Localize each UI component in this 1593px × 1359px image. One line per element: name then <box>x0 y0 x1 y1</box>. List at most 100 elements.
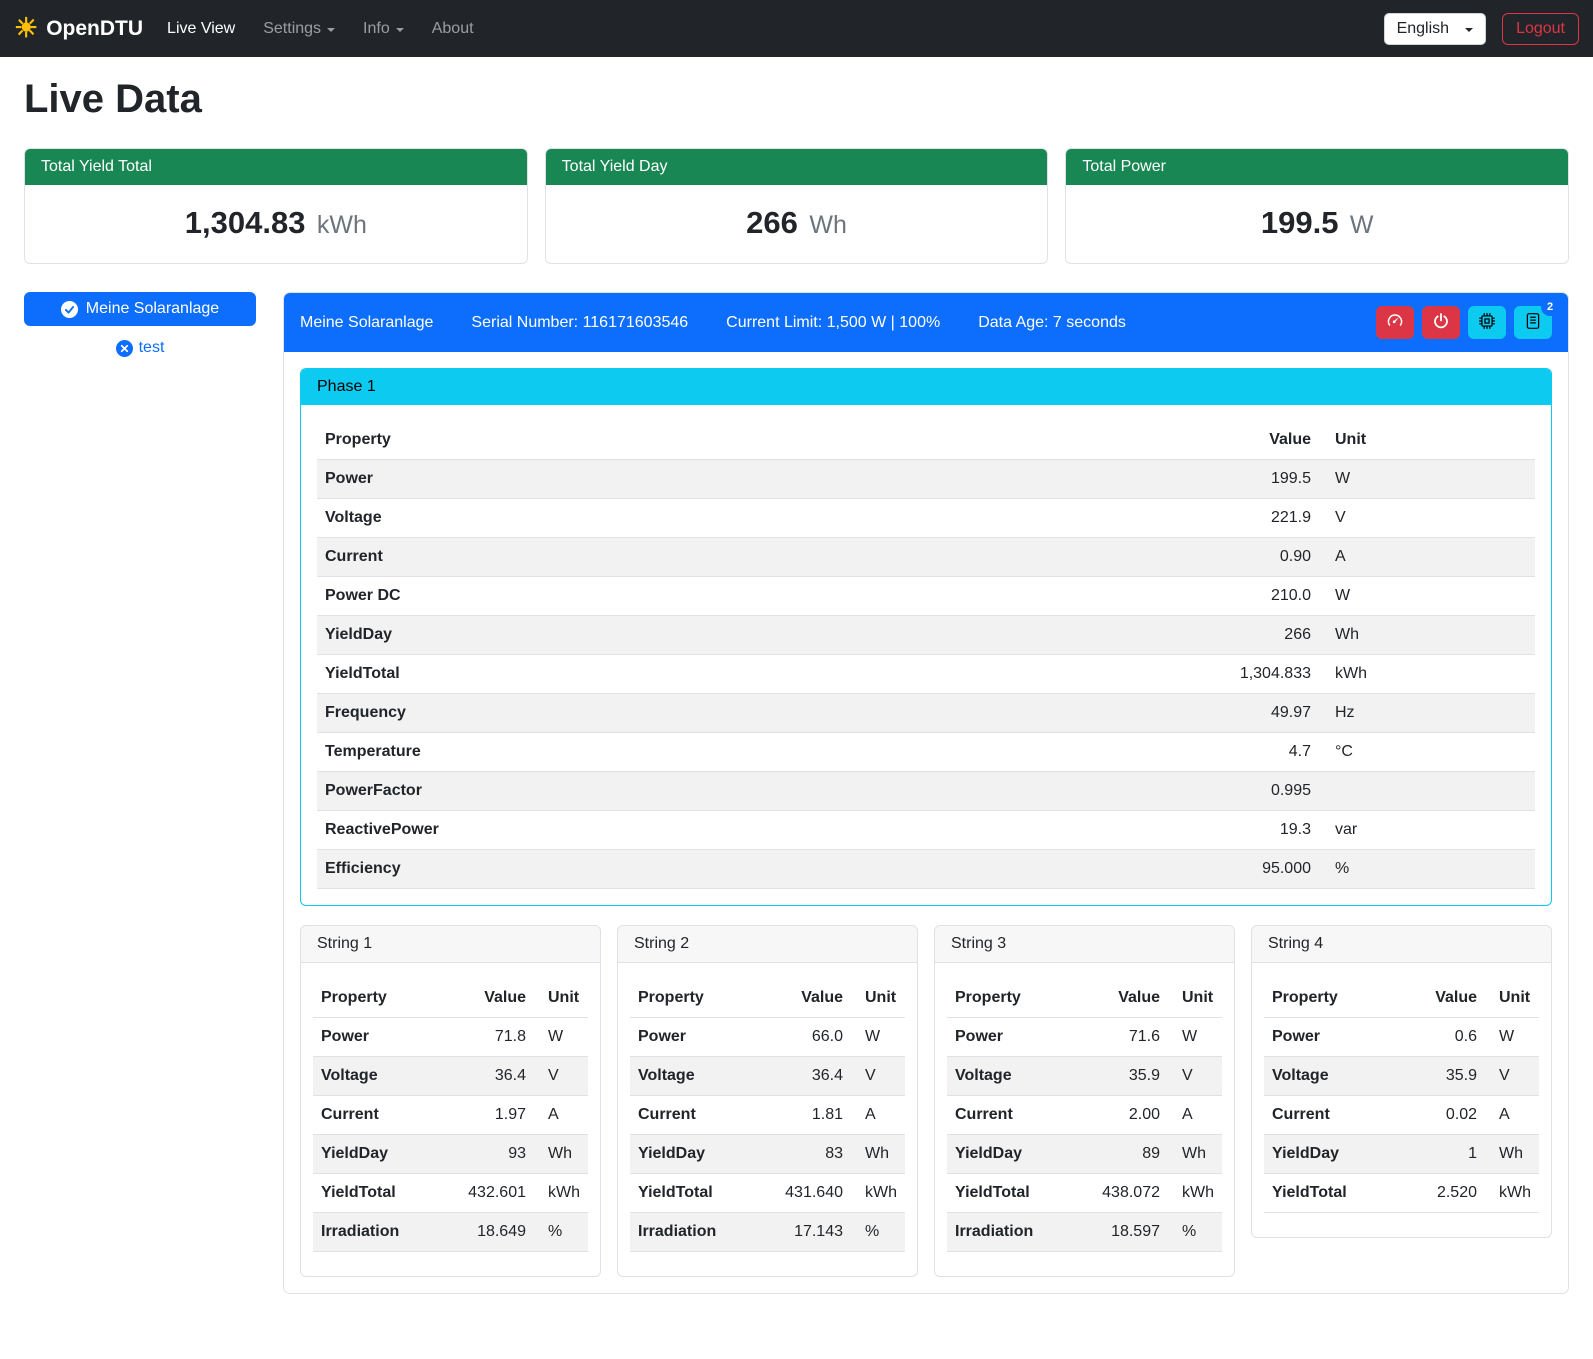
row-value: 35.9 <box>1403 1057 1485 1096</box>
row-value: 49.97 <box>1154 694 1319 733</box>
row-property: Irradiation <box>630 1213 769 1252</box>
table-row: YieldDay 83 Wh <box>630 1135 905 1174</box>
page-title: Live Data <box>24 77 1569 122</box>
table-row: YieldDay 266 Wh <box>317 616 1535 655</box>
row-property: ReactivePower <box>317 811 1154 850</box>
row-value: 71.6 <box>1086 1018 1168 1057</box>
event-log-button[interactable]: 2 <box>1514 306 1552 339</box>
row-value: 438.072 <box>1086 1174 1168 1213</box>
string-table-head: Property Value Unit <box>947 979 1222 1018</box>
row-property: Power <box>947 1018 1086 1057</box>
table-row: Temperature 4.7 °C <box>317 733 1535 772</box>
row-value: 93 <box>452 1135 534 1174</box>
table-row: YieldDay 1 Wh <box>1264 1135 1539 1174</box>
nav-item-info[interactable]: Info <box>349 12 418 46</box>
column-header-value: Value <box>1086 979 1168 1018</box>
row-value: 0.995 <box>1154 772 1319 811</box>
limit-settings-button[interactable] <box>1376 306 1414 339</box>
table-row: Voltage 221.9 V <box>317 499 1535 538</box>
row-value: 89 <box>1086 1135 1168 1174</box>
summary-card-total-yield-day: Total Yield Day 266 Wh <box>545 148 1049 264</box>
table-row: Power 66.0 W <box>630 1018 905 1057</box>
table-row: Voltage 36.4 V <box>630 1057 905 1096</box>
language-select[interactable]: English <box>1384 13 1486 45</box>
brand-link[interactable]: ☀ OpenDTU <box>14 15 143 42</box>
journal-icon <box>1524 312 1542 333</box>
row-property: Irradiation <box>947 1213 1086 1252</box>
row-unit: V <box>1168 1057 1222 1096</box>
inverter-select-button[interactable]: Meine Solaranlage <box>24 292 256 326</box>
column-header-unit: Unit <box>1168 979 1222 1018</box>
row-property: YieldDay <box>630 1135 769 1174</box>
header-row: Property Value Unit <box>1264 979 1539 1018</box>
sidebar-item-test[interactable]: test <box>24 339 256 357</box>
row-unit: kWh <box>851 1174 905 1213</box>
table-row: Current 0.02 A <box>1264 1096 1539 1135</box>
logout-button[interactable]: Logout <box>1502 13 1579 45</box>
nav-item-label: Live View <box>167 20 235 38</box>
table-row: YieldTotal 432.601 kWh <box>313 1174 588 1213</box>
row-unit <box>1319 772 1535 811</box>
row-value: 35.9 <box>1086 1057 1168 1096</box>
string-table: Property Value Unit Power <box>313 979 588 1252</box>
table-row: YieldTotal 1,304.833 kWh <box>317 655 1535 694</box>
column-header-property: Property <box>947 979 1086 1018</box>
row-property: YieldDay <box>313 1135 452 1174</box>
table-row: Frequency 49.97 Hz <box>317 694 1535 733</box>
column-header-value: Value <box>769 979 851 1018</box>
nav-item-live-view[interactable]: Live View <box>153 12 249 46</box>
row-property: Current <box>317 538 1154 577</box>
string-table-head: Property Value Unit <box>1264 979 1539 1018</box>
row-unit: V <box>534 1057 588 1096</box>
nav-item-settings[interactable]: Settings <box>249 12 349 46</box>
string-table-body: Power 71.8 W Voltage 36.4 V <box>313 1018 588 1252</box>
power-button[interactable] <box>1422 306 1460 339</box>
header-row: Property Value Unit <box>317 421 1535 460</box>
row-unit: % <box>1319 850 1535 889</box>
device-info-button[interactable] <box>1468 306 1506 339</box>
row-property: Voltage <box>630 1057 769 1096</box>
string-card-title: String 2 <box>618 926 917 963</box>
row-property: Power <box>1264 1018 1403 1057</box>
inverter-actions: 2 <box>1376 306 1552 339</box>
nav-item-about[interactable]: About <box>418 12 488 46</box>
summary-card-body: 1,304.83 kWh <box>25 185 527 263</box>
row-unit: Wh <box>534 1135 588 1174</box>
row-unit: A <box>851 1096 905 1135</box>
column-header-property: Property <box>1264 979 1403 1018</box>
row-unit: kWh <box>534 1174 588 1213</box>
row-unit: °C <box>1319 733 1535 772</box>
summary-card-body: 199.5 W <box>1066 185 1568 263</box>
row-value: 18.597 <box>1086 1213 1168 1252</box>
row-value: 210.0 <box>1154 577 1319 616</box>
row-value: 1 <box>1403 1135 1485 1174</box>
nav-links: Live View Settings Info About <box>153 12 488 46</box>
summary-card-title: Total Yield Day <box>546 149 1048 185</box>
summary-unit: W <box>1350 211 1374 239</box>
header-row: Property Value Unit <box>947 979 1222 1018</box>
string-card-body: Property Value Unit Power <box>935 963 1234 1276</box>
row-property: YieldTotal <box>1264 1174 1403 1213</box>
string-card-title: String 3 <box>935 926 1234 963</box>
row-unit: Wh <box>851 1135 905 1174</box>
string-table: Property Value Unit Power <box>1264 979 1539 1213</box>
table-row: YieldTotal 431.640 kWh <box>630 1174 905 1213</box>
row-value: 18.649 <box>452 1213 534 1252</box>
string-table: Property Value Unit Power <box>947 979 1222 1252</box>
table-row: Power 71.8 W <box>313 1018 588 1057</box>
row-property: Current <box>630 1096 769 1135</box>
row-unit: W <box>1485 1018 1539 1057</box>
row-unit: V <box>1485 1057 1539 1096</box>
row-value: 36.4 <box>769 1057 851 1096</box>
table-row: Current 1.97 A <box>313 1096 588 1135</box>
table-row: PowerFactor 0.995 <box>317 772 1535 811</box>
row-value: 83 <box>769 1135 851 1174</box>
table-row: Irradiation 17.143 % <box>630 1213 905 1252</box>
row-property: Irradiation <box>313 1213 452 1252</box>
row-property: Current <box>947 1096 1086 1135</box>
cpu-icon <box>1478 312 1496 333</box>
inverter-current-limit: Current Limit: 1,500 W | 100% <box>726 314 940 332</box>
phase-card: Phase 1 Property Value Unit <box>300 368 1552 906</box>
event-count-badge: 2 <box>1541 298 1559 316</box>
column-header-value: Value <box>1154 421 1319 460</box>
